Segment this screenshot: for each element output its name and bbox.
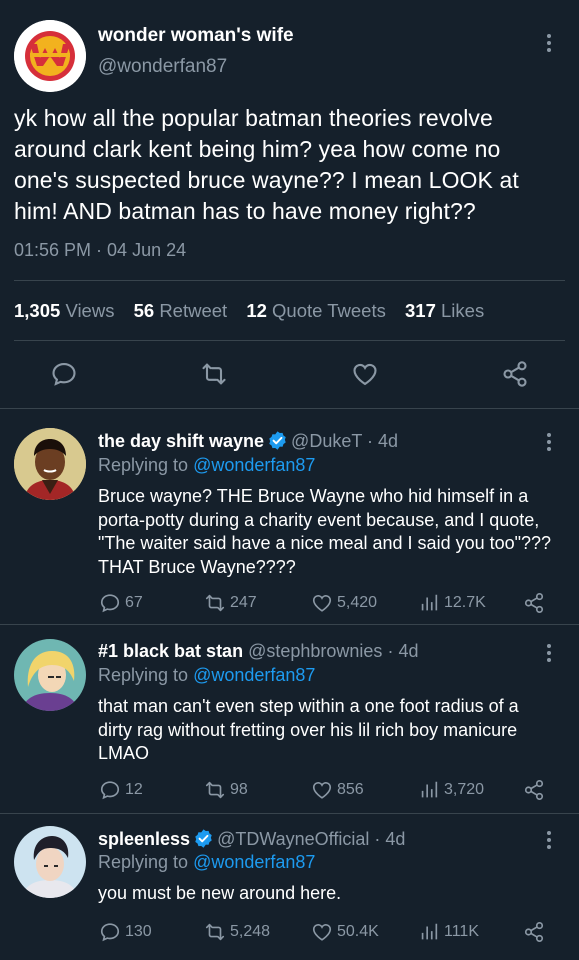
reply-age: · 4d xyxy=(374,829,406,849)
views-button[interactable]: 111K xyxy=(418,921,479,943)
like-icon xyxy=(312,924,332,941)
replying-prefix: Replying to xyxy=(98,852,189,872)
replying-to-link[interactable]: @wonderfan87 xyxy=(193,852,315,872)
reply-button[interactable]: 67 xyxy=(99,592,143,614)
reply-display-name[interactable]: the day shift wayne xyxy=(98,431,264,451)
share-icon xyxy=(524,780,544,800)
share-button[interactable] xyxy=(523,921,549,943)
like-button[interactable]: 50.4K xyxy=(311,921,379,943)
reply-text: you must be new around here. xyxy=(98,883,342,903)
views-count: 12.7K xyxy=(444,594,486,611)
reply-count: 12 xyxy=(125,781,143,798)
wonder-woman-logo-avatar[interactable] xyxy=(14,20,86,92)
like-button[interactable]: 5,420 xyxy=(311,592,377,614)
retweet-icon xyxy=(205,923,225,941)
reply-text: Bruce wayne? THE Bruce Wayne who hid him… xyxy=(98,486,552,577)
views-icon xyxy=(421,923,438,940)
retweet-icon xyxy=(205,781,225,799)
share-icon xyxy=(524,593,544,613)
reply-handle[interactable]: @stephbrownies xyxy=(248,641,382,661)
views-icon xyxy=(421,781,438,798)
reply-display-name[interactable]: spleenless xyxy=(98,829,190,849)
like-icon xyxy=(312,782,332,799)
divider xyxy=(14,340,565,341)
like-count: 856 xyxy=(337,781,364,798)
retweet-icon[interactable] xyxy=(200,360,228,388)
verified-badge-icon xyxy=(195,829,212,848)
views-label[interactable]: Views xyxy=(65,300,114,321)
more-options-icon[interactable] xyxy=(540,431,558,453)
main-handle[interactable]: @wonderfan87 xyxy=(98,56,227,78)
tweet-stats: 1,305 Views 56 Retweet 12 Quote Tweets 3… xyxy=(14,300,484,322)
reply-display-name[interactable]: #1 black bat stan xyxy=(98,641,243,661)
replying-to: Replying to @wonderfan87 xyxy=(98,852,315,873)
retweet-button[interactable]: 247 xyxy=(204,592,257,614)
share-button[interactable] xyxy=(523,779,549,801)
likes-label[interactable]: Likes xyxy=(441,300,484,321)
verified-badge-icon xyxy=(269,431,286,450)
likes-count: 317 xyxy=(405,300,436,321)
main-tweet: wonder woman's wife @wonderfan87 yk how … xyxy=(0,0,579,408)
main-tweet-text: yk how all the popular batman theories r… xyxy=(14,105,519,224)
retweet-count: 5,248 xyxy=(230,923,271,940)
like-icon xyxy=(312,595,332,612)
replying-to-link[interactable]: @wonderfan87 xyxy=(193,665,315,685)
retweet-button[interactable]: 5,248 xyxy=(204,921,270,943)
replying-to-link[interactable]: @wonderfan87 xyxy=(193,455,315,475)
views-icon xyxy=(421,594,438,611)
reply-header: spleenless @TDWayneOfficial · 4d xyxy=(98,828,405,850)
reply-count: 67 xyxy=(125,594,143,611)
reply-tweet[interactable]: spleenless @TDWayneOfficial · 4d Replying… xyxy=(0,814,579,960)
retweet-icon xyxy=(205,594,225,612)
like-button[interactable]: 856 xyxy=(311,779,364,801)
views-count: 111K xyxy=(444,923,479,940)
avatar[interactable] xyxy=(14,639,86,711)
reply-tweet[interactable]: the day shift wayne @DukeT · 4d Replying … xyxy=(0,409,579,624)
replying-prefix: Replying to xyxy=(98,455,189,475)
like-count: 50.4K xyxy=(337,923,379,940)
reply-handle[interactable]: @DukeT xyxy=(291,431,362,451)
reply-age: · 4d xyxy=(387,641,419,661)
retweet-count: 98 xyxy=(230,781,248,798)
reply-button[interactable]: 130 xyxy=(99,921,152,943)
reply-tweet[interactable]: #1 black bat stan @stephbrownies · 4d Re… xyxy=(0,625,579,815)
reply-text: that man can't even step within a one fo… xyxy=(98,696,519,763)
avatar[interactable] xyxy=(14,428,86,500)
main-timestamp[interactable]: 01:56 PM · 04 Jun 24 xyxy=(14,240,186,261)
reply-age: · 4d xyxy=(367,431,399,451)
views-count: 1,305 xyxy=(14,300,61,321)
reply-header: #1 black bat stan @stephbrownies · 4d xyxy=(98,641,418,662)
reply-count: 130 xyxy=(125,923,152,940)
reply-button[interactable]: 12 xyxy=(99,779,143,801)
replying-to: Replying to @wonderfan87 xyxy=(98,665,315,686)
replying-to: Replying to @wonderfan87 xyxy=(98,455,315,476)
retweet-count: 247 xyxy=(230,594,257,611)
main-display-name[interactable]: wonder woman's wife xyxy=(98,25,294,47)
reply-icon xyxy=(100,781,120,800)
avatar[interactable] xyxy=(14,826,86,898)
share-icon[interactable] xyxy=(501,360,529,388)
share-icon xyxy=(524,922,544,942)
reply-icon[interactable] xyxy=(50,360,78,388)
reply-header: the day shift wayne @DukeT · 4d xyxy=(98,430,398,452)
retweet-button[interactable]: 98 xyxy=(204,779,248,801)
views-button[interactable]: 12.7K xyxy=(418,592,486,614)
replying-prefix: Replying to xyxy=(98,665,189,685)
reply-icon xyxy=(100,594,120,613)
like-icon[interactable] xyxy=(351,360,379,388)
more-options-icon[interactable] xyxy=(540,642,558,664)
views-count: 3,720 xyxy=(444,781,485,798)
retweets-label[interactable]: Retweet xyxy=(159,300,227,321)
quotes-count: 12 xyxy=(246,300,267,321)
reply-icon xyxy=(100,923,120,942)
reply-handle[interactable]: @TDWayneOfficial xyxy=(217,829,369,849)
share-button[interactable] xyxy=(523,592,549,614)
divider xyxy=(14,280,565,281)
views-button[interactable]: 3,720 xyxy=(418,779,484,801)
more-options-icon[interactable] xyxy=(540,829,558,851)
like-count: 5,420 xyxy=(337,594,378,611)
more-options-icon[interactable] xyxy=(540,32,558,54)
quotes-label[interactable]: Quote Tweets xyxy=(272,300,386,321)
retweets-count: 56 xyxy=(133,300,155,321)
